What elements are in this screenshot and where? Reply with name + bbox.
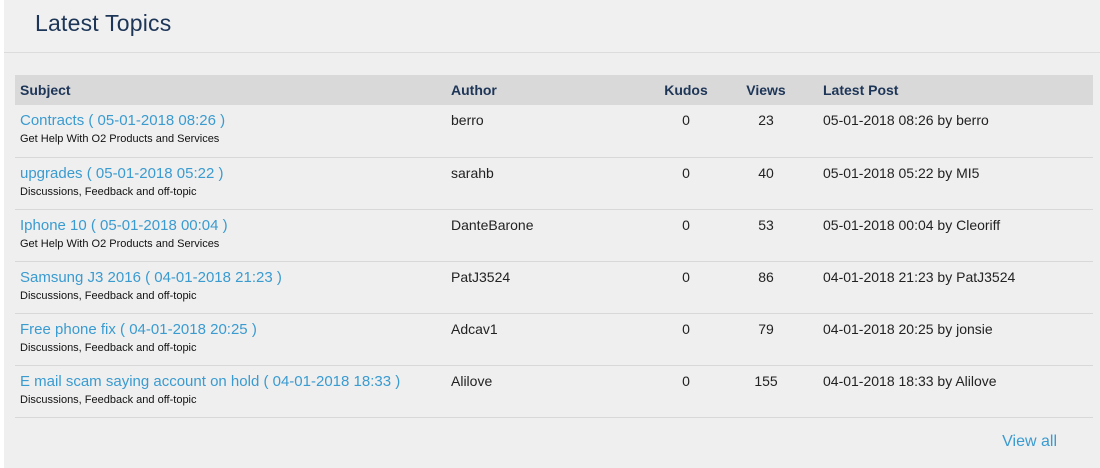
table-row: upgrades ( 05-01-2018 05:22 ) Discussion… xyxy=(15,157,1093,209)
kudos-cell: 0 xyxy=(682,268,690,285)
views-cell: 23 xyxy=(758,112,774,128)
table-row: E mail scam saying account on hold ( 04-… xyxy=(15,365,1093,417)
latest-post-cell: 04-01-2018 21:23 by PatJ3524 xyxy=(823,268,1016,285)
board-name: Discussions, Feedback and off-topic xyxy=(20,289,197,302)
column-header-author: Author xyxy=(451,82,497,98)
latest-topics-panel: Latest Topics Subject Author Kudos Views… xyxy=(4,0,1100,468)
kudos-cell: 0 xyxy=(682,112,690,128)
topic-link[interactable]: Iphone 10 ( 05-01-2018 00:04 ) xyxy=(20,217,446,235)
topics-table-wrapper: Subject Author Kudos Views Latest Post C… xyxy=(15,75,1093,418)
latest-post-cell: 04-01-2018 18:33 by Alilove xyxy=(823,372,997,389)
latest-post-cell: 04-01-2018 20:25 by jonsie xyxy=(823,320,993,337)
board-name: Get Help With O2 Products and Services xyxy=(20,237,220,250)
topic-link[interactable]: Samsung J3 2016 ( 04-01-2018 21:23 ) xyxy=(20,269,446,287)
topic-link[interactable]: Free phone fix ( 04-01-2018 20:25 ) xyxy=(20,321,446,339)
topic-link[interactable]: upgrades ( 05-01-2018 05:22 ) xyxy=(20,165,446,183)
views-cell: 40 xyxy=(758,164,774,181)
table-row: Free phone fix ( 04-01-2018 20:25 ) Disc… xyxy=(15,313,1093,365)
subject-cell: Samsung J3 2016 ( 04-01-2018 21:23 ) Dis… xyxy=(15,261,446,313)
subject-cell: Contracts ( 05-01-2018 08:26 ) Get Help … xyxy=(15,105,446,157)
table-row: Contracts ( 05-01-2018 08:26 ) Get Help … xyxy=(15,105,1093,157)
author-cell: sarahb xyxy=(451,164,494,181)
subject-cell: E mail scam saying account on hold ( 04-… xyxy=(15,365,446,417)
topics-table-header: Subject Author Kudos Views Latest Post xyxy=(15,75,1093,105)
topic-link[interactable]: Contracts ( 05-01-2018 08:26 ) xyxy=(20,112,446,130)
column-header-subject: Subject xyxy=(20,82,71,98)
view-all-link[interactable]: View all xyxy=(1002,433,1057,451)
column-header-views: Views xyxy=(746,82,786,98)
kudos-cell: 0 xyxy=(682,320,690,337)
kudos-cell: 0 xyxy=(682,216,690,233)
views-cell: 86 xyxy=(758,268,774,285)
views-cell: 155 xyxy=(754,372,778,389)
column-header-kudos: Kudos xyxy=(664,82,708,98)
latest-post-cell: 05-01-2018 05:22 by MI5 xyxy=(823,164,980,181)
table-row: Iphone 10 ( 05-01-2018 00:04 ) Get Help … xyxy=(15,209,1093,261)
author-cell: Adcav1 xyxy=(451,320,498,337)
views-cell: 53 xyxy=(758,216,774,233)
subject-cell: upgrades ( 05-01-2018 05:22 ) Discussion… xyxy=(15,157,446,209)
latest-post-cell: 05-01-2018 00:04 by Cleoriff xyxy=(823,216,1001,233)
column-header-latest-post: Latest Post xyxy=(823,82,899,98)
author-cell: Alilove xyxy=(451,372,493,389)
kudos-cell: 0 xyxy=(682,372,690,389)
topics-table: Subject Author Kudos Views Latest Post C… xyxy=(15,75,1093,418)
topics-table-body: Contracts ( 05-01-2018 08:26 ) Get Help … xyxy=(15,105,1093,417)
views-cell: 79 xyxy=(758,320,774,337)
author-cell: DanteBarone xyxy=(451,216,534,233)
author-cell: berro xyxy=(451,112,484,128)
header-row: Subject Author Kudos Views Latest Post xyxy=(15,75,1093,105)
board-name: Discussions, Feedback and off-topic xyxy=(20,341,197,354)
board-name: Discussions, Feedback and off-topic xyxy=(20,185,197,198)
board-name: Discussions, Feedback and off-topic xyxy=(20,393,197,406)
author-cell: PatJ3524 xyxy=(451,268,511,285)
panel-title: Latest Topics xyxy=(35,10,172,36)
kudos-cell: 0 xyxy=(682,164,690,181)
subject-cell: Free phone fix ( 04-01-2018 20:25 ) Disc… xyxy=(15,313,446,365)
board-name: Get Help With O2 Products and Services xyxy=(20,133,220,145)
latest-post-cell: 05-01-2018 08:26 by berro xyxy=(823,112,989,128)
panel-header: Latest Topics xyxy=(4,0,1100,53)
table-row: Samsung J3 2016 ( 04-01-2018 21:23 ) Dis… xyxy=(15,261,1093,313)
topic-link[interactable]: E mail scam saying account on hold ( 04-… xyxy=(20,373,446,391)
subject-cell: Iphone 10 ( 05-01-2018 00:04 ) Get Help … xyxy=(15,209,446,261)
